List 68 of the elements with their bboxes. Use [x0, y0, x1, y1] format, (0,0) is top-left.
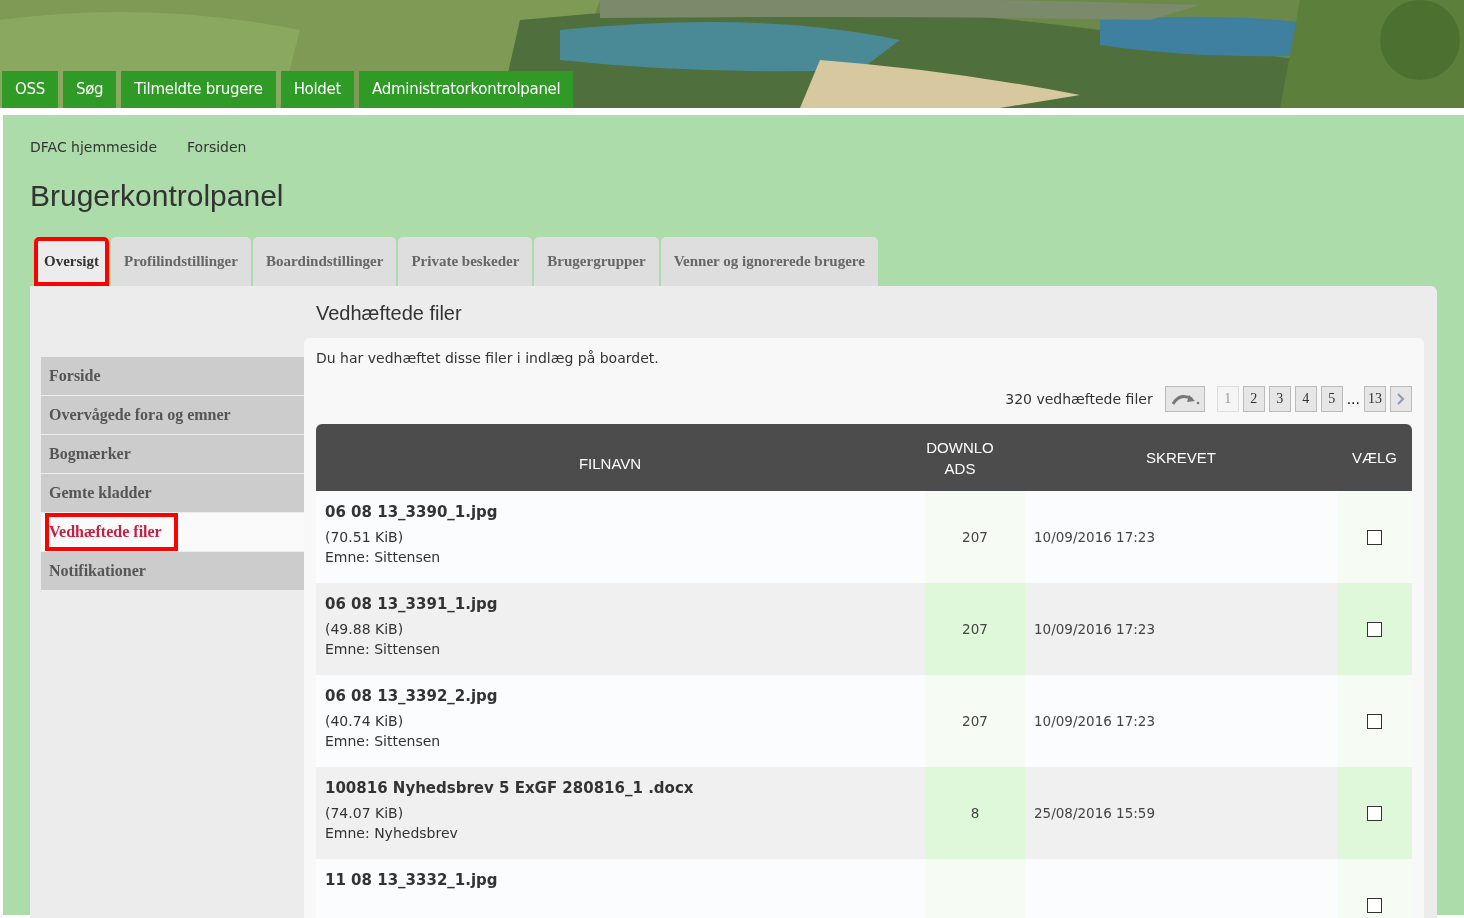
file-link[interactable]: 06 08 13_3391_1.jpg — [325, 595, 916, 613]
column-header: VÆLG — [1351, 449, 1398, 466]
nav-link[interactable]: Tilmeldte brugere — [121, 71, 276, 108]
highlight-frame: Overvågede fora og emner — [45, 406, 235, 424]
tab[interactable]: Boardindstillinger — [252, 237, 397, 286]
nav-link[interactable]: Søg — [62, 71, 117, 108]
sidebar-item[interactable]: Notifikationer — [41, 552, 304, 590]
tab[interactable]: Brugergrupper — [534, 237, 659, 286]
nav-link[interactable]: Holdet — [280, 71, 355, 108]
tab[interactable]: Oversigt — [34, 237, 109, 286]
page-title: Brugerkontrolpanel — [30, 179, 285, 213]
checkbox[interactable] — [1367, 529, 1382, 545]
topic-text: Emne: Sittensen — [325, 549, 442, 565]
posted-cell-text: 10/09/2016 17:23 — [1033, 620, 1156, 639]
file-count: 320 vedhæftede filer — [1005, 391, 1153, 407]
topic-text: Emne: Nyhedsbrev — [325, 825, 459, 841]
downloads-cell: 207 — [925, 491, 1025, 583]
curved-arrow-icon — [1169, 392, 1200, 406]
page-link[interactable]: 4 — [1294, 386, 1317, 412]
page-link[interactable]: 3 — [1268, 386, 1291, 412]
checkbox[interactable] — [1367, 713, 1382, 729]
posted-cell-text: 25/08/2016 15:59 — [1033, 804, 1156, 823]
file-link[interactable]: 06 08 13_3390_1.jpg — [325, 503, 916, 521]
sidebar-item[interactable]: Overvågede fora og emner — [41, 396, 304, 434]
checkbox[interactable] — [1367, 621, 1382, 637]
highlight-frame: Notifikationer — [45, 562, 150, 580]
page-link[interactable]: 13 — [1364, 386, 1386, 412]
column-header: SKREVET — [1145, 449, 1217, 466]
posted-cell-text: 10/09/2016 17:23 — [1033, 528, 1156, 547]
checkbox[interactable] — [1367, 897, 1382, 913]
sidebar-item[interactable]: Forside — [41, 357, 304, 395]
file-size: (40.74 KiB) — [325, 713, 405, 729]
file-link[interactable]: 11 08 13_3332_1.jpg — [325, 871, 916, 889]
file-link[interactable]: 100816 Nyhedsbrev 5 ExGF 280816_1 .docx — [325, 779, 916, 797]
column-header: DOWNLOADS — [925, 437, 995, 479]
checkbox[interactable] — [1367, 805, 1382, 821]
nav-link[interactable]: OSS — [2, 71, 58, 108]
file-size: (74.07 KiB) — [325, 805, 405, 821]
jump-button[interactable] — [1164, 386, 1205, 412]
topic-text: Emne: Sittensen — [325, 641, 442, 657]
page-link[interactable]: 1 — [1216, 386, 1239, 412]
downloads-cell: 207 — [925, 675, 1025, 767]
page-link[interactable]: 2 — [1242, 386, 1265, 412]
highlight-frame: Gemte kladder — [45, 484, 156, 502]
tab[interactable]: Profilindstillinger — [111, 237, 251, 286]
column-header: FILNAVN — [577, 454, 643, 472]
page-link[interactable]: 5 — [1320, 386, 1343, 412]
section-title: Vedhæftede filer — [316, 302, 463, 325]
highlight-frame: Bogmærker — [45, 445, 135, 463]
tab[interactable]: Private beskeder — [398, 237, 533, 286]
chevron-right-icon — [1397, 393, 1405, 405]
nav-link[interactable]: Administratorkontrolpanel — [359, 71, 574, 108]
file-link[interactable]: 06 08 13_3392_2.jpg — [325, 687, 916, 705]
topic-text: Emne: Sittensen — [325, 733, 442, 749]
sidebar-item[interactable]: Vedhæftede filer — [41, 513, 304, 551]
sidebar-item[interactable]: Bogmærker — [41, 435, 304, 473]
file-size: (70.51 KiB) — [325, 529, 405, 545]
file-size: (49.88 KiB) — [325, 621, 405, 637]
tab[interactable]: Venner og ignorerede brugere — [660, 237, 878, 286]
posted-cell-text: 10/09/2016 17:23 — [1033, 712, 1156, 731]
breadcrumb-link[interactable]: Forsiden — [187, 139, 247, 167]
sidebar-item[interactable]: Gemte kladder — [41, 474, 304, 512]
highlight-frame: Forside — [45, 367, 105, 385]
intro-text: Du har vedhæftet disse filer i indlæg på boardet. — [316, 350, 660, 366]
downloads-cell: 207 — [925, 583, 1025, 675]
downloads-cell: 8 — [925, 767, 1025, 859]
breadcrumb-link[interactable]: DFAC hjemmeside — [30, 139, 158, 167]
ellipsis: ... — [1346, 391, 1360, 407]
